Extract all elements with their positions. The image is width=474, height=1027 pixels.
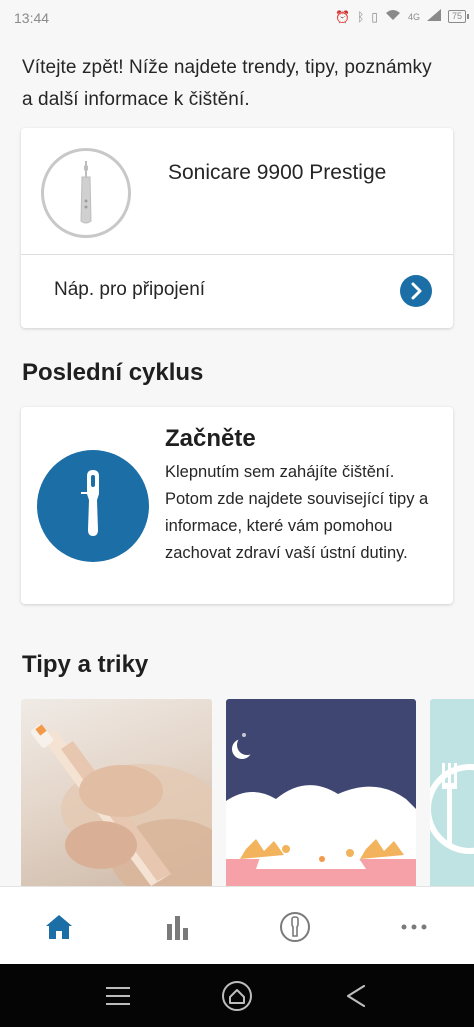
system-navigation-bar — [0, 964, 474, 1027]
device-name: Sonicare 9900 Prestige — [168, 161, 387, 184]
stats-icon — [167, 916, 188, 940]
tip-card-fork[interactable] — [430, 699, 474, 886]
nav-brush-head[interactable] — [270, 905, 320, 949]
nav-stats[interactable] — [153, 905, 203, 949]
bluetooth-icon: ᛒ — [357, 9, 365, 24]
vibrate-icon: ▯ — [371, 9, 378, 24]
start-cycle-card[interactable]: Začněte Klepnutím sem zahájíte čištění. … — [21, 407, 453, 604]
intro-text: Vítejte zpět! Níže najdete trendy, tipy,… — [22, 57, 432, 110]
brush-head-icon — [280, 912, 310, 942]
status-time: 13:44 — [14, 10, 50, 26]
tips-heading: Tipy a triky — [22, 651, 149, 678]
connect-tip-row[interactable]: Náp. pro připojení — [21, 255, 453, 328]
nav-more[interactable] — [389, 905, 439, 949]
brush-head-icon — [81, 470, 99, 536]
start-description: Klepnutím sem zahájíte čištění. Potom zd… — [165, 463, 429, 562]
tip-card-teeth[interactable] — [226, 699, 416, 886]
device-row[interactable]: Sonicare 9900 Prestige — [21, 128, 453, 255]
battery-icon: 75 — [447, 10, 470, 23]
tips-carousel[interactable] — [0, 699, 474, 886]
menu-icon — [106, 987, 130, 1005]
tip-card-toothbrush[interactable] — [21, 699, 212, 886]
home-icon — [46, 915, 72, 939]
back-button[interactable] — [336, 978, 376, 1014]
teeth-illustration — [226, 733, 416, 886]
wifi-icon — [385, 9, 401, 24]
menu-button[interactable] — [98, 978, 138, 1014]
nav-home[interactable] — [34, 905, 84, 949]
system-home-button[interactable] — [217, 978, 257, 1014]
last-cycle-heading: Poslední cyklus — [22, 359, 204, 386]
bottom-navigation — [0, 886, 474, 965]
toothbrush-icon — [80, 161, 92, 224]
network-type-label: 4G — [407, 11, 420, 22]
brush-head-illustration — [37, 450, 149, 562]
status-icons: ⏰ ᛒ ▯ 4G 75 — [335, 9, 470, 24]
alarm-icon: ⏰ — [335, 9, 351, 24]
status-bar: 13:44 ⏰ ᛒ ▯ 4G 75 — [0, 0, 474, 36]
home-icon — [222, 981, 252, 1011]
connect-tip-label: Náp. pro připojení — [54, 279, 206, 300]
start-title: Začněte — [165, 425, 256, 452]
back-icon — [346, 984, 366, 1008]
signal-icon — [426, 9, 441, 24]
toothbrush-photo — [30, 724, 212, 886]
device-card: Sonicare 9900 Prestige Náp. pro připojen… — [21, 128, 453, 328]
more-icon — [401, 924, 427, 930]
chevron-right-icon[interactable] — [400, 275, 432, 307]
toothbrush-image — [41, 148, 131, 238]
fork-icon — [430, 763, 474, 854]
